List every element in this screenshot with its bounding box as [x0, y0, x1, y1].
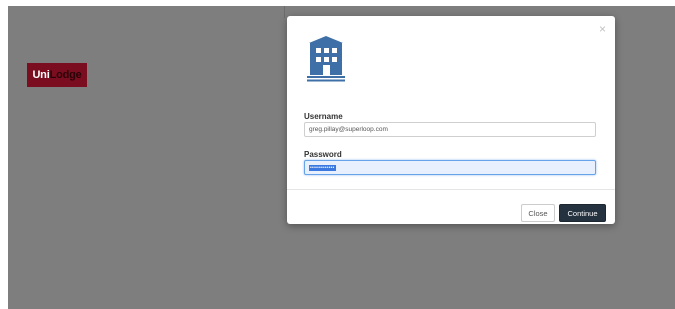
building-icon	[307, 36, 345, 82]
login-modal: × Username greg.pillay@superloop.com Pas…	[287, 16, 615, 224]
username-input[interactable]: greg.pillay@superloop.com	[304, 122, 596, 137]
unilodge-logo: Uni Lodge	[27, 63, 87, 87]
username-value: greg.pillay@superloop.com	[309, 126, 388, 133]
username-label: Username	[304, 112, 343, 121]
password-input[interactable]: ••••••••••••	[304, 160, 596, 175]
password-value: ••••••••••••	[309, 164, 336, 171]
password-label: Password	[304, 150, 342, 159]
close-button[interactable]: Close	[521, 204, 555, 222]
logo-text-lodge: Lodge	[49, 69, 82, 81]
modal-footer-divider	[287, 189, 615, 190]
continue-button[interactable]: Continue	[559, 204, 606, 222]
page-divider	[284, 6, 285, 18]
logo-text-uni: Uni	[32, 69, 50, 81]
app-viewport: Uni Lodge × Username greg.pillay@superloo…	[8, 6, 675, 309]
modal-close-icon[interactable]: ×	[599, 23, 606, 35]
